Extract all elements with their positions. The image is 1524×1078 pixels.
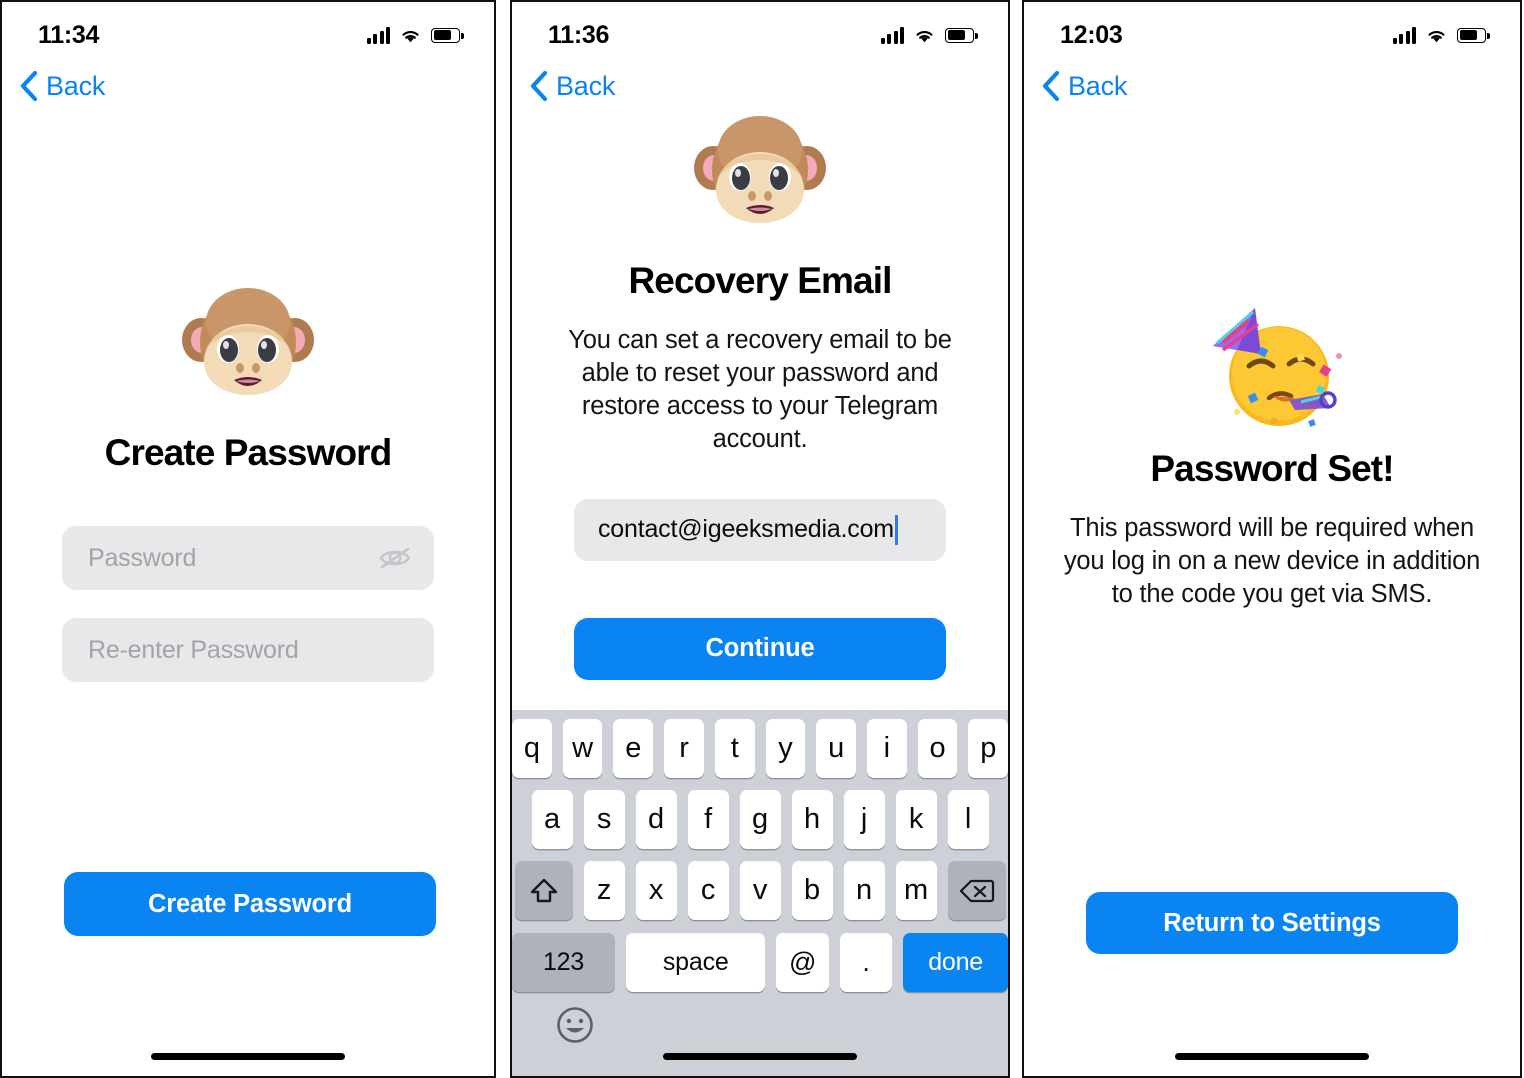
status-time: 12:03 (1060, 20, 1123, 49)
key-e[interactable]: e (613, 719, 654, 778)
status-icons (366, 26, 464, 44)
keyboard-row-3: z x c v b n m (512, 861, 1008, 920)
key-a[interactable]: a (531, 790, 573, 849)
keyboard-row-1: q w e r t y u i o p (512, 719, 1008, 778)
signal-bars-icon (1392, 26, 1416, 44)
page-title: Recovery Email (628, 260, 892, 301)
phone-screen-recovery-email: 11:36 Back Recovery Email You can set a … (510, 0, 1010, 1078)
chevron-left-icon[interactable] (16, 71, 42, 101)
at-sign-key[interactable]: @ (776, 933, 829, 992)
key-b[interactable]: b (791, 861, 833, 920)
key-q[interactable]: q (512, 719, 552, 778)
wifi-icon (402, 30, 419, 42)
key-c[interactable]: c (687, 861, 729, 920)
status-bar: 11:36 (512, 2, 1008, 58)
eye-slash-icon[interactable] (378, 545, 412, 571)
signal-bars-icon (366, 26, 390, 44)
phone-screen-create-password: 11:34 Back Create Password Password Re-e… (0, 0, 496, 1078)
key-t[interactable]: t (714, 719, 755, 778)
home-indicator (1175, 1053, 1369, 1060)
key-d[interactable]: d (635, 790, 677, 849)
battery-icon (1457, 27, 1490, 43)
continue-button[interactable]: Continue (574, 617, 946, 680)
create-password-button[interactable]: Create Password (64, 872, 436, 936)
keyboard-row-2: a s d f g h j k l (512, 790, 1008, 849)
back-button-label[interactable]: Back (556, 71, 615, 102)
key-z[interactable]: z (583, 861, 625, 920)
password-placeholder: Password (88, 543, 197, 572)
keyboard-row-4: 123 space @ . done (512, 933, 1008, 992)
wifi-icon (916, 30, 933, 42)
reenter-password-input[interactable]: Re-enter Password (62, 618, 434, 682)
recovery-email-value: contact@igeeksmedia.com (598, 515, 894, 544)
key-n[interactable]: n (843, 861, 885, 920)
key-l[interactable]: l (947, 790, 989, 849)
page-title: Create Password (104, 432, 393, 473)
key-i[interactable]: i (866, 719, 907, 778)
status-time: 11:34 (38, 20, 100, 49)
battery-icon (945, 27, 978, 43)
shift-arrow-icon[interactable] (514, 861, 573, 920)
status-icons (1392, 26, 1490, 44)
key-o[interactable]: o (917, 719, 958, 778)
done-key[interactable]: done (903, 933, 1008, 992)
page-title: Password Set! (1150, 448, 1394, 489)
numbers-key[interactable]: 123 (512, 933, 616, 992)
page-description: This password will be required when you … (1063, 514, 1481, 608)
partying-face-emoji (1213, 308, 1342, 427)
key-j[interactable]: j (843, 790, 885, 849)
status-bar: 12:03 (1024, 2, 1520, 58)
key-k[interactable]: k (895, 790, 937, 849)
smiley-face-icon[interactable] (554, 1004, 596, 1046)
home-indicator (663, 1053, 857, 1060)
period-key[interactable]: . (839, 933, 893, 992)
backspace-delete-icon[interactable] (947, 861, 1006, 920)
return-to-settings-button[interactable]: Return to Settings (1086, 892, 1458, 954)
status-time: 11:36 (548, 20, 610, 49)
recovery-email-input[interactable]: contact@igeeksmedia.com (574, 498, 946, 561)
key-w[interactable]: w (562, 719, 603, 778)
keyboard-bottom-bar (512, 992, 1008, 1076)
screen-body: Password Set! This password will be requ… (1024, 114, 1520, 1076)
key-x[interactable]: x (635, 861, 677, 920)
on-screen-keyboard: q w e r t y u i o p a s d f g h j k l z … (512, 710, 1008, 1076)
password-input[interactable]: Password (62, 526, 434, 590)
key-v[interactable]: v (739, 861, 781, 920)
back-button-label[interactable]: Back (46, 71, 105, 102)
signal-bars-icon (880, 26, 904, 44)
page-description: You can set a recovery email to be able … (568, 326, 952, 453)
monkey-face-emoji (694, 116, 826, 223)
key-y[interactable]: y (765, 719, 806, 778)
key-p[interactable]: p (968, 719, 1008, 778)
back-button-label[interactable]: Back (1068, 71, 1127, 102)
status-bar: 11:34 (2, 2, 494, 58)
screenshot-stage: 11:34 Back Create Password Password Re-e… (0, 0, 1524, 1078)
nav-bar: Back (512, 58, 1008, 114)
status-icons (880, 26, 978, 44)
phone-screen-password-set: 12:03 Back Password Set! This password w… (1022, 0, 1522, 1078)
chevron-left-icon[interactable] (1038, 71, 1064, 101)
key-r[interactable]: r (664, 719, 704, 778)
nav-bar: Back (2, 58, 494, 114)
key-m[interactable]: m (895, 861, 937, 920)
chevron-left-icon[interactable] (526, 71, 552, 101)
key-g[interactable]: g (739, 790, 781, 849)
text-caret (894, 514, 898, 545)
home-indicator (151, 1053, 345, 1060)
key-h[interactable]: h (791, 790, 833, 849)
reenter-password-placeholder: Re-enter Password (88, 635, 299, 664)
key-u[interactable]: u (816, 719, 856, 778)
key-f[interactable]: f (687, 790, 729, 849)
wifi-icon (1428, 30, 1445, 42)
battery-icon (431, 27, 464, 43)
space-key[interactable]: space (626, 933, 766, 992)
key-s[interactable]: s (583, 790, 625, 849)
nav-bar: Back (1024, 58, 1520, 114)
screen-body: Create Password Password Re-enter Passwo… (2, 114, 494, 1076)
monkey-face-emoji (182, 288, 314, 395)
